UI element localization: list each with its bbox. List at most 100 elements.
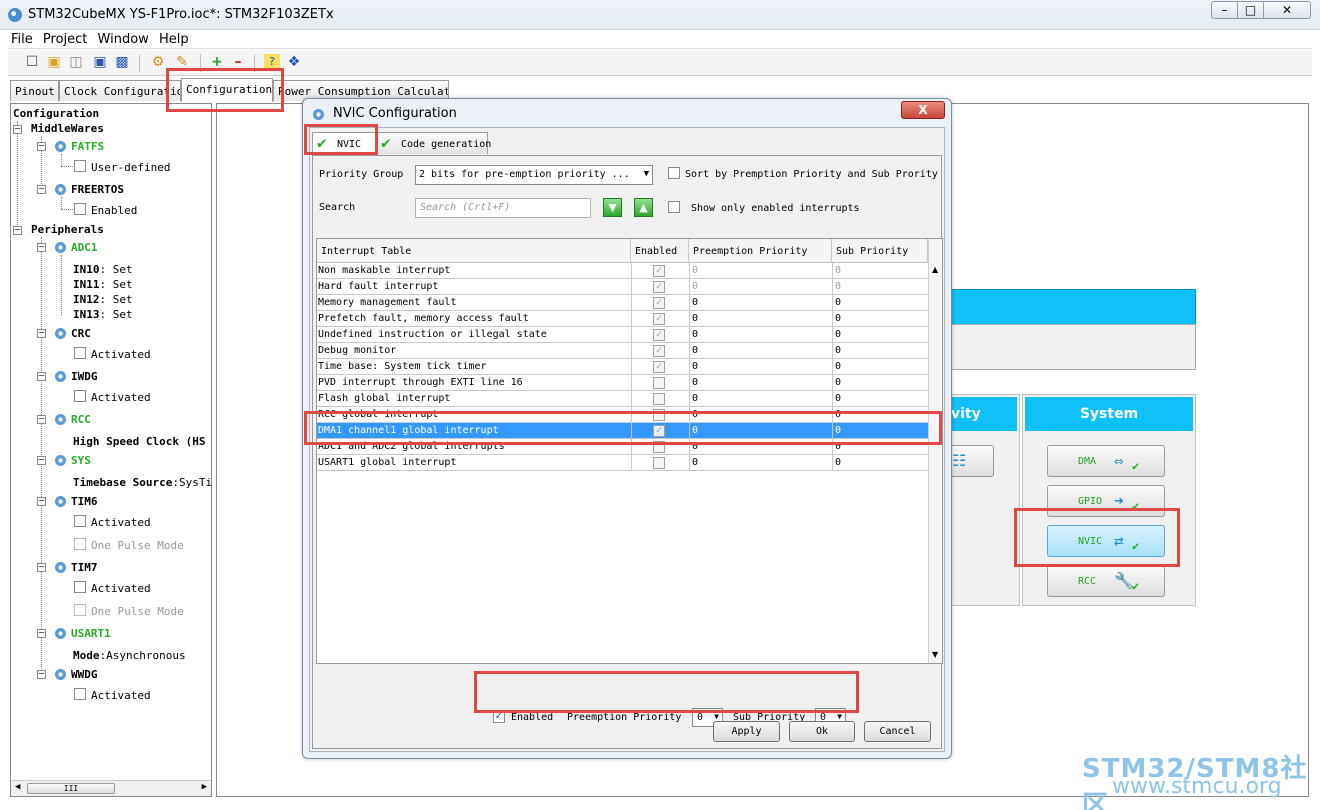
preemption-priority-cell[interactable]: 0 — [692, 457, 698, 468]
expand-middlewares-icon[interactable]: – — [13, 125, 22, 134]
save-as-icon[interactable]: ▩ — [114, 54, 130, 70]
tree-iwdg[interactable]: IWDG — [71, 370, 98, 383]
preemption-priority-cell[interactable]: 0 — [692, 377, 698, 388]
table-row[interactable]: PVD interrupt through EXTI line 16 0 0 — [317, 375, 928, 391]
tree-crc[interactable]: CRC — [71, 327, 91, 340]
sub-priority-cell[interactable]: 0 — [835, 377, 841, 388]
interrupt-enabled-checkbox[interactable] — [653, 393, 665, 405]
expand-adc1-icon[interactable]: – — [37, 243, 46, 252]
preemption-priority-cell[interactable]: 0 — [692, 281, 698, 292]
table-row[interactable]: USART1 global interrupt 0 0 — [317, 455, 928, 471]
tab-nvic[interactable]: ✔ NVIC — [312, 132, 376, 154]
nvic-button[interactable]: NVIC ⇄ ✔ — [1047, 525, 1165, 557]
col-enabled[interactable]: Enabled — [631, 239, 689, 263]
sub-priority-cell[interactable]: 0 — [835, 329, 841, 340]
tab-clock-configuration[interactable]: Clock Configuration — [59, 80, 181, 101]
search-prev-arrow-icon[interactable]: ▲ — [634, 198, 653, 217]
tim6-one-pulse-checkbox[interactable] — [74, 538, 86, 550]
open-icon[interactable]: ▣ — [46, 54, 62, 70]
scroll-down-icon[interactable]: ▼ — [932, 650, 938, 659]
search-next-arrow-icon[interactable]: ▼ — [603, 198, 622, 217]
expand-peripherals-icon[interactable]: – — [13, 226, 22, 235]
col-sub-priority[interactable]: Sub Priority — [832, 239, 928, 263]
tree-freertos[interactable]: FREERTOS — [71, 183, 124, 196]
tab-pinout[interactable]: Pinout — [10, 80, 59, 101]
menu-help[interactable]: Help — [156, 31, 192, 47]
minimize-button[interactable]: – — [1211, 1, 1238, 19]
scroll-right-icon[interactable]: ▶ — [202, 782, 207, 792]
ok-button[interactable]: Ok — [789, 721, 855, 742]
sub-priority-cell[interactable]: 0 — [835, 345, 841, 356]
zoom-in-icon[interactable]: + — [209, 54, 225, 70]
expand-fatfs-icon[interactable]: – — [37, 142, 46, 151]
fatfs-user-defined-checkbox[interactable] — [74, 160, 86, 172]
col-interrupt-table[interactable]: Interrupt Table — [317, 239, 631, 263]
tree-horizontal-scrollbar[interactable]: ◀ III ▶ — [11, 780, 211, 796]
interrupt-enabled-checkbox[interactable] — [653, 377, 665, 389]
scroll-left-icon[interactable]: ◀ — [15, 782, 20, 792]
wwdg-activated-checkbox[interactable] — [74, 688, 86, 700]
iwdg-activated-checkbox[interactable] — [74, 390, 86, 402]
tree-rcc[interactable]: RCC — [71, 413, 91, 426]
preemption-priority-cell[interactable]: 0 — [692, 313, 698, 324]
tree-middlewares[interactable]: MiddleWares — [31, 122, 104, 135]
table-row[interactable]: Time base: System tick timer ✓ 0 0 — [317, 359, 928, 375]
expand-tim7-icon[interactable]: – — [37, 563, 46, 572]
table-row[interactable]: Non maskable interrupt ✓ 0 0 — [317, 263, 928, 279]
interrupt-enabled-checkbox[interactable] — [653, 441, 665, 453]
search-input[interactable]: Search (Crtl+F) — [415, 198, 591, 218]
crc-activated-checkbox[interactable] — [74, 347, 86, 359]
sub-priority-cell[interactable]: 0 — [835, 393, 841, 404]
tim6-activated-checkbox[interactable] — [74, 515, 86, 527]
sort-priority-checkbox[interactable] — [668, 167, 680, 179]
interrupt-enabled-checkbox[interactable]: ✓ — [653, 361, 665, 373]
tree-usart1[interactable]: USART1 — [71, 627, 111, 640]
interrupt-enabled-checkbox[interactable] — [653, 457, 665, 469]
tree-tim7[interactable]: TIM7 — [71, 561, 98, 574]
gpio-button[interactable]: GPIO ➜ ✔ — [1047, 485, 1165, 517]
save-icon[interactable]: ▣ — [92, 54, 108, 70]
sub-priority-cell[interactable]: 0 — [835, 297, 841, 308]
expand-crc-icon[interactable]: – — [37, 329, 46, 338]
menu-file[interactable]: File — [8, 31, 36, 47]
generate-icon[interactable]: ⚙ — [150, 54, 166, 70]
report-icon[interactable]: ✎ — [174, 54, 190, 70]
expand-rcc-icon[interactable]: – — [37, 415, 46, 424]
preemption-priority-cell[interactable]: 0 — [692, 361, 698, 372]
copy-icon[interactable]: ◫ — [68, 54, 84, 70]
tree-sys[interactable]: SYS — [71, 454, 91, 467]
col-preemption-priority[interactable]: Preemption Priority — [689, 239, 832, 263]
scroll-up-icon[interactable]: ▲ — [932, 265, 938, 274]
preemption-priority-cell[interactable]: 0 — [692, 409, 698, 420]
sub-priority-cell[interactable]: 0 — [835, 457, 841, 468]
preemption-priority-cell[interactable]: 0 — [692, 265, 698, 276]
apply-button[interactable]: Apply — [713, 721, 780, 742]
interrupt-enabled-checkbox[interactable]: ✓ — [653, 329, 665, 341]
sub-priority-cell[interactable]: 0 — [835, 425, 841, 436]
sub-priority-cell[interactable]: 0 — [835, 361, 841, 372]
expand-sys-icon[interactable]: – — [37, 456, 46, 465]
zoom-out-icon[interactable]: – — [230, 54, 246, 70]
preemption-priority-cell[interactable]: 0 — [692, 345, 698, 356]
tree-fatfs[interactable]: FATFS — [71, 140, 104, 153]
expand-iwdg-icon[interactable]: – — [37, 372, 46, 381]
cancel-button[interactable]: Cancel — [864, 721, 931, 742]
table-row[interactable]: DMA1 channel1 global interrupt ✓ 0 0 — [317, 423, 928, 439]
table-row[interactable]: RCC global interrupt 0 0 — [317, 407, 928, 423]
table-vertical-scrollbar[interactable]: ▲ ▼ — [928, 239, 942, 663]
preemption-priority-cell[interactable]: 0 — [692, 329, 698, 340]
interrupt-enabled-checkbox[interactable]: ✓ — [653, 281, 665, 293]
maximize-button[interactable]: □ — [1237, 1, 1264, 19]
tab-configuration[interactable]: Configuration — [181, 78, 273, 102]
tree-wwdg[interactable]: WWDG — [71, 668, 98, 681]
expand-wwdg-icon[interactable]: – — [37, 670, 46, 679]
menu-window[interactable]: Window — [95, 31, 152, 47]
interrupt-enabled-checkbox[interactable]: ✓ — [653, 345, 665, 357]
tim7-one-pulse-checkbox[interactable] — [74, 604, 86, 616]
tree-peripherals[interactable]: Peripherals — [31, 223, 104, 236]
rcc-button[interactable]: RCC 🔧 ✔ — [1047, 565, 1165, 597]
table-row[interactable]: Prefetch fault, memory access fault ✓ 0 0 — [317, 311, 928, 327]
table-row[interactable]: Hard fault interrupt ✓ 0 0 — [317, 279, 928, 295]
table-row[interactable]: Undefined instruction or illegal state ✓ 0… — [317, 327, 928, 343]
tree-tim6[interactable]: TIM6 — [71, 495, 98, 508]
